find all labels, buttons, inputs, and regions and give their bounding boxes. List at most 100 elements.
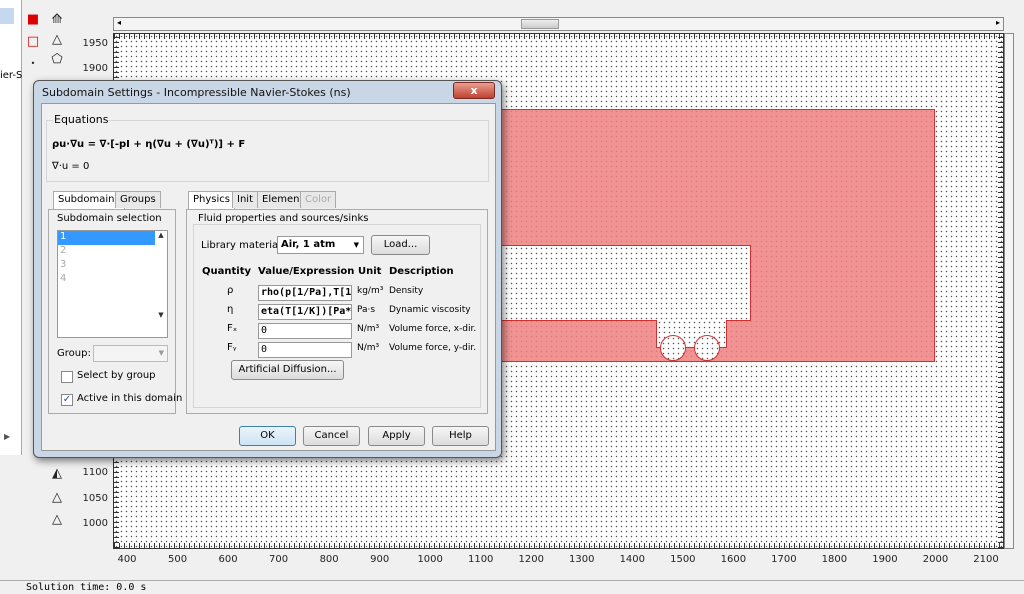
mesh-z-icon[interactable]: △ — [48, 510, 66, 528]
value-input[interactable]: 0 — [258, 342, 352, 358]
dialog-title: Subdomain Settings - Incompressible Navi… — [42, 86, 351, 99]
continuity-equation: ∇·u = 0 — [52, 161, 90, 172]
quantity-symbol: ρ — [227, 285, 234, 296]
subdomain-settings-dialog: Subdomain Settings - Incompressible Navi… — [33, 80, 502, 458]
quantity-symbol: η — [227, 304, 234, 315]
tree-selection[interactable] — [0, 8, 14, 24]
equations-group: Equations ρu·∇u = ∇·[-pI + η(∇u + (∇u)ᵀ)… — [46, 113, 489, 182]
select-by-group-checkbox[interactable] — [61, 371, 73, 383]
header-quantity: Quantity — [202, 266, 251, 277]
y-tick-label: 1000 — [82, 517, 108, 529]
apply-button[interactable]: Apply — [368, 426, 425, 446]
scroll-right-icon[interactable]: ▸ — [996, 18, 1000, 27]
subdomain-list-item[interactable]: 2 — [58, 245, 155, 259]
scrollbar-thumb[interactable] — [521, 19, 559, 29]
status-bar: Solution time: 0.0 s — [0, 580, 1024, 593]
description-label: Density — [389, 286, 424, 296]
unit-label: N/m³ — [357, 324, 380, 334]
scroll-left-icon[interactable]: ◂ — [117, 18, 121, 27]
subdomain-list-item[interactable]: 3 — [58, 259, 155, 273]
x-tick-label: 800 — [319, 554, 339, 565]
value-input[interactable]: 0 — [258, 323, 352, 339]
vertical-scrollbar[interactable] — [1004, 33, 1014, 549]
quantity-symbol: Fᵧ — [227, 342, 237, 353]
active-in-domain-label: Active in this domain — [77, 393, 183, 404]
draw-mode-icon[interactable]: ■ — [24, 10, 42, 28]
x-tick-label: 1600 — [720, 554, 747, 565]
x-tick-label: 1200 — [518, 554, 544, 565]
header-value: Value/Expression — [258, 266, 355, 277]
library-material-value: Air, 1 atm — [281, 239, 336, 250]
x-tick-label: 1700 — [771, 554, 797, 565]
unit-label: kg/m³ — [357, 286, 384, 296]
load-button[interactable]: Load... — [371, 235, 430, 255]
point-mode-icon[interactable]: □ — [24, 32, 42, 50]
quantity-symbol: Fₓ — [227, 323, 238, 334]
x-tick-label: 400 — [117, 554, 137, 565]
list-scrollbar[interactable]: ▲ ▼ — [155, 231, 167, 337]
triangle-icon[interactable]: △ — [48, 30, 66, 48]
x-tick-label: 1900 — [872, 554, 898, 565]
tree-item[interactable]: ier-S — [0, 70, 22, 81]
x-tick-label: 1800 — [821, 554, 848, 565]
description-label: Dynamic viscosity — [389, 305, 471, 315]
fluid-group-label: Fluid properties and sources/sinks — [198, 213, 369, 224]
refine-mesh-icon[interactable]: ◭ — [48, 464, 66, 482]
polygon-icon[interactable]: ⬠ — [48, 50, 66, 68]
momentum-equation: ρu·∇u = ∇·[-pI + η(∇u + (∇u)ᵀ)] + F — [52, 139, 246, 150]
tab-subdomains[interactable]: Subdomains — [53, 191, 125, 210]
x-tick-label: 900 — [370, 554, 390, 565]
x-tick-label: 2000 — [922, 554, 949, 565]
y-tick-label: 1950 — [82, 38, 108, 49]
physics-panel: Fluid properties and sources/sinks Libra… — [186, 209, 488, 414]
horizontal-scrollbar[interactable]: ◂ ▸ — [113, 17, 1004, 31]
subdomain-list-item[interactable]: 1 — [58, 231, 155, 245]
x-tick-label: 600 — [218, 554, 238, 565]
description-label: Volume force, y-dir. — [389, 343, 477, 353]
scroll-right-icon[interactable]: ▶ — [4, 432, 10, 441]
library-material-label: Library material: — [201, 240, 285, 251]
x-tick-label: 1300 — [569, 554, 595, 565]
y-tick-label: 1050 — [82, 492, 108, 504]
tab-physics[interactable]: Physics — [188, 191, 235, 210]
artificial-diffusion-button[interactable]: Artificial Diffusion... — [231, 360, 344, 380]
wheel-right — [694, 335, 720, 361]
y-tick-label: 1100 — [82, 467, 108, 479]
mesh-icon[interactable]: ⟰ — [48, 10, 66, 28]
value-input[interactable]: rho(p[1/Pa],T[1/K])[kg/m^3] — [258, 285, 352, 301]
close-button[interactable]: x — [453, 82, 495, 99]
subdomain-list-item[interactable]: 4 — [58, 273, 155, 287]
point-icon[interactable]: • — [24, 54, 42, 72]
cancel-button[interactable]: Cancel — [303, 426, 360, 446]
help-button[interactable]: Help — [432, 426, 489, 446]
unit-label: N/m³ — [357, 343, 380, 353]
tab-init[interactable]: Init — [232, 191, 258, 208]
subdomains-panel: Subdomain selection 1234 ▲ ▼ Group: ▼ Sel… — [48, 209, 182, 414]
ok-button[interactable]: OK — [239, 426, 296, 446]
tab-color: Color — [300, 191, 337, 208]
x-tick-label: 1400 — [619, 554, 646, 565]
tab-groups[interactable]: Groups — [115, 191, 161, 208]
y-tick-label: 1900 — [82, 63, 108, 75]
inner-channel-rectangle[interactable] — [494, 245, 751, 321]
wheel-left — [660, 335, 686, 361]
mesh-plus-icon[interactable]: △ — [48, 488, 66, 506]
subdomain-list[interactable]: 1234 ▲ ▼ — [57, 230, 168, 338]
group-label: Group: — [57, 348, 91, 359]
x-tick-label: 2100 — [973, 554, 999, 565]
equations-label: Equations — [53, 113, 110, 126]
x-tick-label: 1500 — [670, 554, 696, 565]
active-in-domain-checkbox[interactable]: ✓ — [61, 394, 73, 406]
x-tick-label: 700 — [269, 554, 289, 565]
library-material-select[interactable]: Air, 1 atm ▼ — [277, 236, 364, 254]
select-by-group-label: Select by group — [77, 370, 156, 381]
value-input[interactable]: eta(T[1/K])[Pa*s] — [258, 304, 352, 320]
description-label: Volume force, x-dir. — [389, 324, 477, 334]
group-select[interactable]: ▼ — [93, 345, 168, 362]
model-tree-panel[interactable]: ier-S ▶ — [0, 0, 22, 455]
header-unit: Unit — [358, 266, 382, 277]
header-description: Description — [389, 266, 454, 277]
subdomain-selection-label: Subdomain selection — [57, 213, 162, 224]
x-tick-label: 500 — [167, 554, 188, 565]
x-tick-label: 1000 — [417, 554, 443, 565]
